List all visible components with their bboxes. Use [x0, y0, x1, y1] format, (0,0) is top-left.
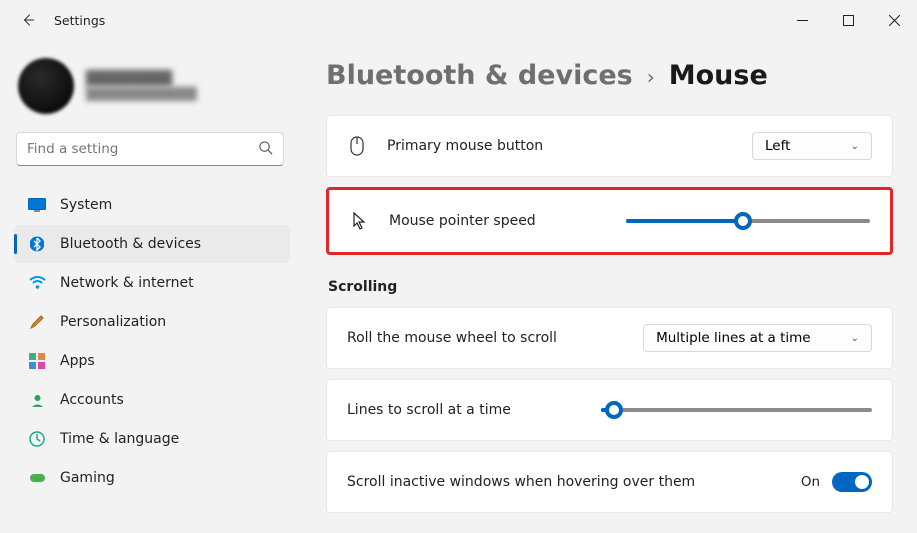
sidebar-item-label: Bluetooth & devices — [60, 236, 201, 252]
sidebar-item-label: Time & language — [60, 431, 179, 447]
pointer-speed-slider[interactable] — [626, 219, 870, 223]
sidebar-item-label: Personalization — [60, 314, 166, 330]
scroll-wheel-label: Roll the mouse wheel to scroll — [347, 330, 557, 346]
system-icon — [28, 196, 46, 214]
nav: System Bluetooth & devices Network & int… — [14, 186, 290, 497]
sidebar-item-personalization[interactable]: Personalization — [14, 303, 290, 341]
scroll-wheel-dropdown[interactable]: Multiple lines at a time ⌄ — [643, 324, 872, 352]
scroll-inactive-toggle[interactable] — [832, 472, 872, 492]
bluetooth-icon — [28, 235, 46, 253]
sidebar-item-label: Network & internet — [60, 275, 194, 291]
breadcrumb-current: Mouse — [669, 60, 768, 91]
primary-mouse-dropdown[interactable]: Left ⌄ — [752, 132, 872, 160]
sidebar: ████████ ████████████ System Bluetooth &… — [0, 40, 296, 533]
sidebar-item-label: System — [60, 197, 112, 213]
chevron-down-icon: ⌄ — [851, 141, 859, 152]
breadcrumb-parent[interactable]: Bluetooth & devices — [326, 60, 633, 91]
sidebar-item-gaming[interactable]: Gaming — [14, 459, 290, 497]
primary-mouse-value: Left — [765, 138, 790, 154]
sidebar-item-time-language[interactable]: Time & language — [14, 420, 290, 458]
mouse-icon — [347, 136, 367, 156]
gamepad-icon — [28, 469, 46, 487]
lines-to-scroll-slider[interactable] — [601, 408, 872, 412]
minimize-button[interactable] — [779, 0, 825, 40]
wifi-icon — [28, 274, 46, 292]
main-content: Bluetooth & devices › Mouse Primary mous… — [296, 40, 917, 533]
avatar — [18, 58, 74, 114]
chevron-right-icon: › — [647, 65, 655, 89]
sidebar-item-network[interactable]: Network & internet — [14, 264, 290, 302]
sidebar-item-bluetooth-devices[interactable]: Bluetooth & devices — [14, 225, 290, 263]
maximize-button[interactable] — [825, 0, 871, 40]
sidebar-item-accounts[interactable]: Accounts — [14, 381, 290, 419]
close-button[interactable] — [871, 0, 917, 40]
sidebar-item-label: Accounts — [60, 392, 124, 408]
sidebar-item-label: Gaming — [60, 470, 115, 486]
breadcrumb: Bluetooth & devices › Mouse — [326, 60, 893, 91]
primary-mouse-label: Primary mouse button — [387, 138, 543, 154]
primary-mouse-button-card: Primary mouse button Left ⌄ — [326, 115, 893, 177]
lines-to-scroll-card: Lines to scroll at a time — [326, 379, 893, 441]
sidebar-item-apps[interactable]: Apps — [14, 342, 290, 380]
mouse-pointer-speed-card: Mouse pointer speed — [326, 187, 893, 255]
profile-email: ████████████ — [86, 87, 197, 101]
search-input[interactable] — [16, 132, 284, 166]
scroll-inactive-label: Scroll inactive windows when hovering ov… — [347, 474, 695, 490]
profile-name: ████████ — [86, 71, 197, 87]
scroll-wheel-card: Roll the mouse wheel to scroll Multiple … — [326, 307, 893, 369]
search-field[interactable] — [27, 141, 258, 157]
profile[interactable]: ████████ ████████████ — [14, 52, 290, 132]
search-icon — [258, 140, 273, 159]
slider-thumb[interactable] — [734, 212, 752, 230]
titlebar: Settings — [0, 0, 917, 40]
lines-to-scroll-label: Lines to scroll at a time — [347, 402, 511, 418]
person-icon — [28, 391, 46, 409]
scrolling-section-title: Scrolling — [328, 279, 893, 295]
cursor-icon — [349, 212, 369, 230]
chevron-down-icon: ⌄ — [851, 333, 859, 344]
slider-thumb[interactable] — [605, 401, 623, 419]
paintbrush-icon — [28, 313, 46, 331]
toggle-state-label: On — [801, 474, 820, 490]
back-button[interactable] — [16, 8, 40, 32]
window-title: Settings — [54, 13, 105, 28]
pointer-speed-label: Mouse pointer speed — [389, 213, 536, 229]
globe-clock-icon — [28, 430, 46, 448]
scroll-wheel-value: Multiple lines at a time — [656, 330, 811, 346]
sidebar-item-label: Apps — [60, 353, 95, 369]
sidebar-item-system[interactable]: System — [14, 186, 290, 224]
apps-icon — [28, 352, 46, 370]
scroll-inactive-card: Scroll inactive windows when hovering ov… — [326, 451, 893, 513]
